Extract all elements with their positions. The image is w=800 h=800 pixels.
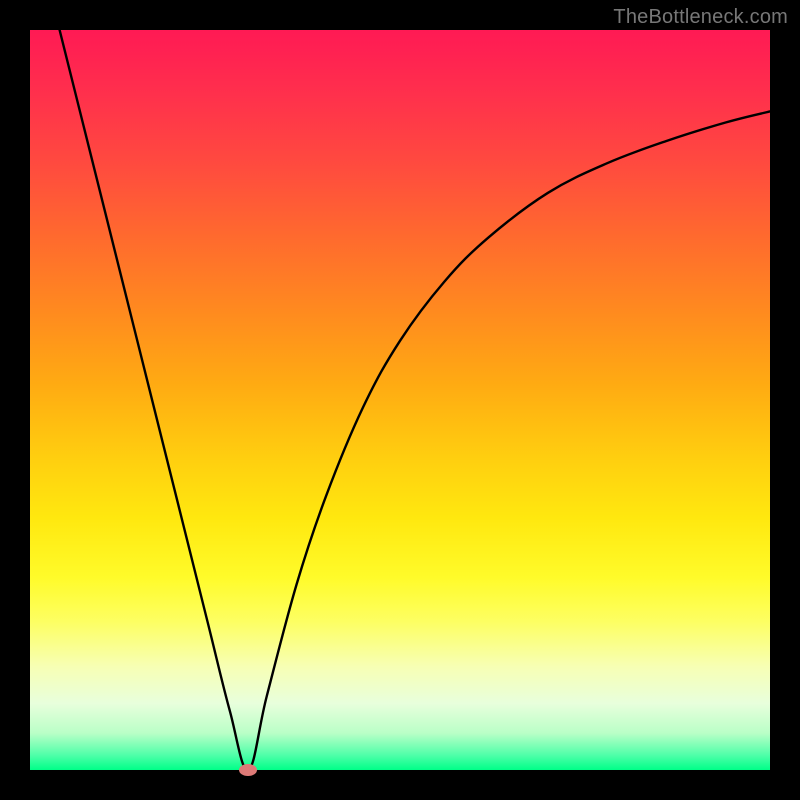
plot-area <box>30 30 770 770</box>
chart-frame: TheBottleneck.com <box>0 0 800 800</box>
attribution-text: TheBottleneck.com <box>613 6 788 29</box>
bottleneck-curve <box>60 30 770 770</box>
curve-svg <box>30 30 770 770</box>
minimum-marker <box>239 764 257 776</box>
